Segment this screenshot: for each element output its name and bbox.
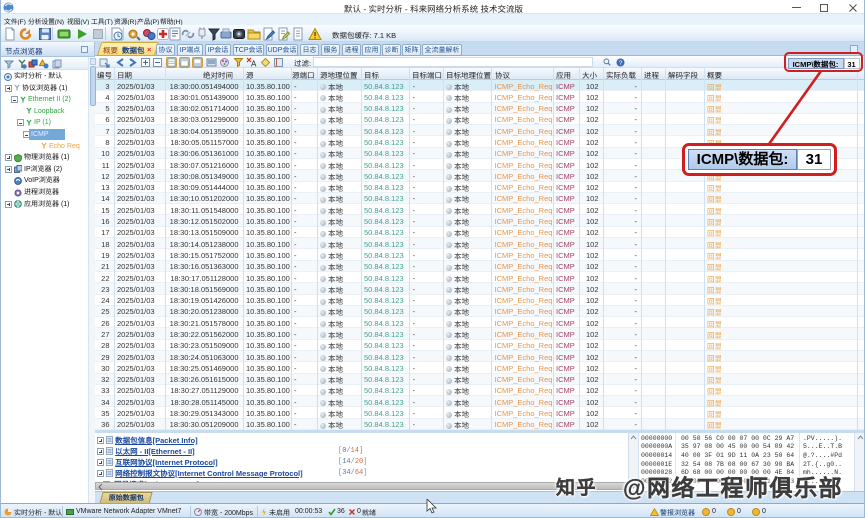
svg-text:A: A bbox=[251, 59, 257, 68]
svg-text:?: ? bbox=[619, 59, 623, 66]
